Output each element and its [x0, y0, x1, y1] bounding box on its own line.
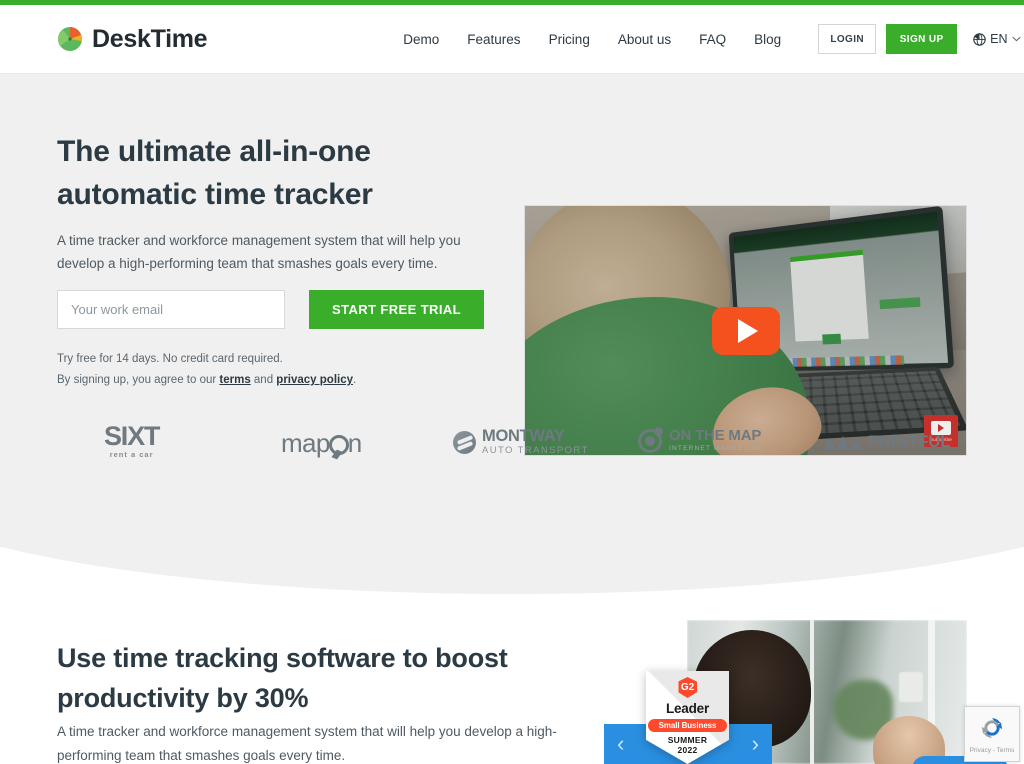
- carousel-next-button[interactable]: ›: [752, 733, 759, 755]
- nav-item-faq[interactable]: FAQ: [685, 32, 740, 47]
- montway-tagline: AUTO TRANSPORT: [482, 445, 589, 456]
- trial-signup-form: START FREE TRIAL: [57, 290, 484, 329]
- on-the-map-pin-icon: [638, 429, 662, 453]
- on-the-map-wordmark: ON THE MAP: [669, 427, 762, 444]
- recaptcha-label: Privacy - Terms: [969, 746, 1015, 754]
- fineprint-middle: and: [250, 374, 277, 386]
- chevron-down-icon: [1011, 36, 1021, 42]
- hero-subtext: A time tracker and workforce management …: [57, 233, 461, 271]
- g2-badge-year: 2022: [677, 745, 698, 755]
- client-logo-mapon: map n: [281, 428, 362, 459]
- recaptcha-icon: [979, 715, 1005, 746]
- recaptcha-badge[interactable]: Privacy - Terms: [964, 706, 1020, 762]
- nav-item-blog[interactable]: Blog: [740, 32, 795, 47]
- mapon-wordmark-end: n: [347, 428, 362, 458]
- client-logo-montway: MONTWAY AUTO TRANSPORT: [453, 428, 589, 457]
- mapon-ring-icon: [328, 435, 349, 455]
- desktime-pie-logo-icon: [57, 26, 83, 52]
- on-the-map-tagline: INTERNET MARKETING: [669, 445, 764, 452]
- play-button-icon[interactable]: [711, 306, 780, 355]
- section2-heading-line1: Use time tracking software to boost: [57, 643, 508, 673]
- client-logo-printful: PRINTFUL: [824, 432, 951, 452]
- g2-badge-ribbon: Small Business: [648, 719, 727, 732]
- client-logos-row: SIXT rent a car map n MONTWAY AUTO TRANSP…: [0, 418, 1024, 474]
- globe-icon: [973, 32, 986, 46]
- login-button[interactable]: LOGIN: [818, 24, 877, 54]
- section2-heading: Use time tracking software to boost prod…: [57, 638, 577, 718]
- g2-leader-badge[interactable]: G2 Leader Small Business SUMMER 2022: [646, 671, 729, 764]
- carousel-prev-button[interactable]: ‹: [617, 733, 624, 755]
- language-selector[interactable]: EN: [973, 32, 1021, 46]
- hero-fineprint: Try free for 14 days. No credit card req…: [57, 349, 356, 391]
- nav-item-about-us[interactable]: About us: [604, 32, 685, 47]
- sixt-wordmark: SIXT: [104, 421, 160, 451]
- mapon-wordmark: map: [281, 428, 330, 458]
- hero-heading-line1: The ultimate all-in-one: [57, 135, 371, 168]
- fineprint-suffix: .: [353, 374, 357, 386]
- fineprint-legal: By signing up, you agree to our terms an…: [57, 370, 356, 391]
- fineprint-trial-note: Try free for 14 days. No credit card req…: [57, 353, 283, 365]
- fineprint-prefix: By signing up, you agree to our: [57, 374, 220, 386]
- client-logo-on-the-map: ON THE MAP INTERNET MARKETING: [638, 428, 763, 454]
- brand-logo[interactable]: DeskTime: [57, 24, 208, 54]
- nav-item-pricing[interactable]: Pricing: [535, 32, 604, 47]
- g2-badge-season: SUMMER: [667, 735, 708, 745]
- montway-globe-icon: [453, 431, 476, 454]
- hero-heading: The ultimate all-in-one automatic time t…: [57, 130, 497, 216]
- section2-subtext: A time tracker and workforce management …: [57, 724, 557, 763]
- nav-item-demo[interactable]: Demo: [389, 32, 453, 47]
- work-email-input[interactable]: [57, 290, 285, 329]
- page-root: DeskTime Demo Features Pricing About us …: [0, 0, 1024, 764]
- site-header: DeskTime Demo Features Pricing About us …: [0, 5, 1024, 74]
- section2-heading-line2: productivity by 30%: [57, 683, 309, 713]
- language-label: EN: [990, 32, 1008, 46]
- privacy-policy-link[interactable]: privacy policy: [276, 374, 353, 386]
- hero-heading-line2: automatic time tracker: [57, 178, 373, 211]
- terms-link[interactable]: terms: [219, 374, 250, 386]
- printful-mountain-icon: [824, 435, 862, 449]
- printful-wordmark: PRINTFUL: [868, 432, 951, 451]
- montway-wordmark: MONTWAY: [482, 427, 565, 445]
- main-nav: Demo Features Pricing About us FAQ Blog …: [389, 24, 1021, 54]
- nav-item-features[interactable]: Features: [453, 32, 534, 47]
- client-logo-sixt: SIXT rent a car: [104, 421, 160, 459]
- signup-button[interactable]: SIGN UP: [886, 24, 958, 54]
- g2-badge-title: Leader: [665, 701, 710, 716]
- brand-name: DeskTime: [92, 24, 208, 53]
- start-free-trial-button[interactable]: START FREE TRIAL: [309, 290, 484, 329]
